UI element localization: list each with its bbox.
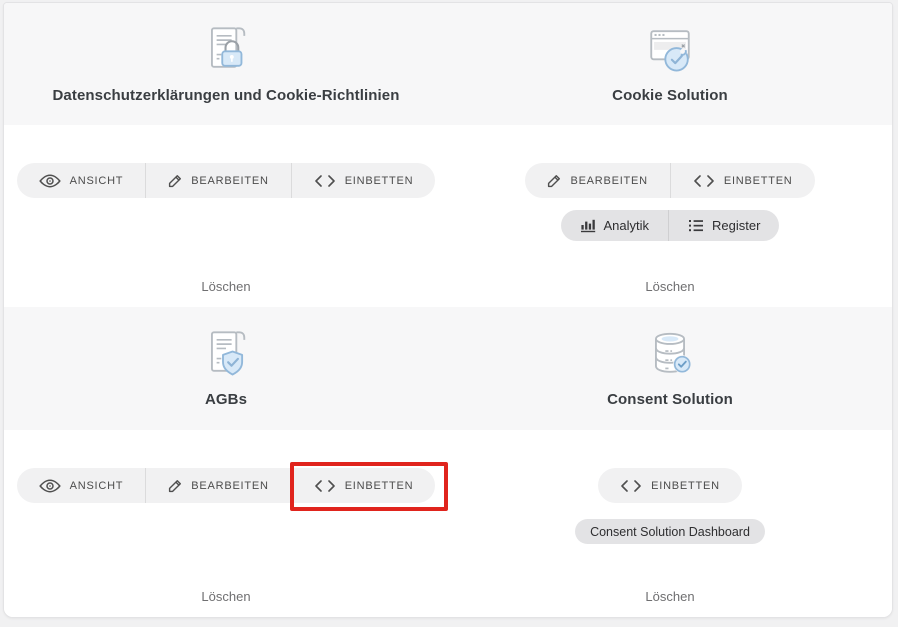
cookie-einbetten-button[interactable]: EINBETTEN	[671, 163, 815, 198]
button-label: EINBETTEN	[724, 175, 793, 187]
header-row-agb-consent: AGBs Consent Solution	[4, 307, 892, 430]
action-row-privacy-cookie: ANSICHT BEARBEITEN EINBETTEN Löschen	[4, 125, 892, 307]
card-agb-header: AGBs	[4, 307, 448, 430]
privacy-ansicht-button[interactable]: ANSICHT	[17, 163, 146, 198]
page-background-strip	[0, 618, 898, 627]
consent-button-group: EINBETTEN	[598, 468, 742, 503]
card-consent-solution-header: Consent Solution	[448, 307, 892, 430]
pencil-icon	[168, 174, 182, 188]
code-icon	[693, 175, 715, 187]
header-row-privacy-cookie: Datenschutzerklärungen und Cookie-Richtl…	[4, 3, 892, 125]
pencil-icon	[168, 479, 182, 493]
cookie-secondary-group: Analytik Register	[561, 210, 780, 241]
cookie-bearbeiten-button[interactable]: BEARBEITEN	[525, 163, 669, 198]
button-label: Analytik	[604, 218, 650, 233]
privacy-card-title: Datenschutzerklärungen und Cookie-Richtl…	[52, 87, 399, 104]
eye-icon	[39, 174, 61, 188]
consent-delete-link[interactable]: Löschen	[645, 589, 694, 604]
button-label: ANSICHT	[70, 480, 124, 492]
card-cookie-solution-header: Cookie Solution	[448, 3, 892, 125]
pencil-icon	[547, 174, 561, 188]
privacy-button-group: ANSICHT BEARBEITEN EINBETTEN	[17, 163, 436, 198]
list-icon	[688, 219, 704, 232]
button-label: EINBETTEN	[651, 480, 720, 492]
consent-solution-actions: EINBETTEN Consent Solution Dashboard Lös…	[448, 430, 892, 617]
cookie-button-group: BEARBEITEN EINBETTEN	[525, 163, 814, 198]
privacy-actions: ANSICHT BEARBEITEN EINBETTEN Löschen	[4, 125, 448, 307]
consent-einbetten-button[interactable]: EINBETTEN	[598, 468, 742, 503]
consent-dashboard-button[interactable]: Consent Solution Dashboard	[575, 519, 765, 544]
agb-delete-link[interactable]: Löschen	[201, 589, 250, 604]
eye-icon	[39, 479, 61, 493]
agb-einbetten-highlight-wrap: EINBETTEN	[292, 468, 436, 503]
button-label: BEARBEITEN	[570, 175, 647, 187]
code-icon	[314, 480, 336, 492]
bar-chart-icon	[580, 218, 596, 233]
analytik-button[interactable]: Analytik	[561, 210, 669, 241]
button-label: BEARBEITEN	[191, 480, 268, 492]
button-label: ANSICHT	[70, 175, 124, 187]
document-shield-icon	[196, 321, 256, 383]
agb-ansicht-button[interactable]: ANSICHT	[17, 468, 146, 503]
button-label: EINBETTEN	[345, 480, 414, 492]
register-button[interactable]: Register	[669, 210, 779, 241]
agb-button-group: ANSICHT BEARBEITEN EINBETTEN	[17, 468, 436, 503]
action-row-agb-consent: ANSICHT BEARBEITEN EINBETTEN Löschen	[4, 430, 892, 617]
database-check-icon	[640, 321, 700, 383]
cookie-solution-actions: BEARBEITEN EINBETTEN Analytik Register	[448, 125, 892, 307]
button-label: EINBETTEN	[345, 175, 414, 187]
card-privacy-header: Datenschutzerklärungen und Cookie-Richtl…	[4, 3, 448, 125]
button-label: Register	[712, 218, 760, 233]
legal-documents-card: Datenschutzerklärungen und Cookie-Richtl…	[3, 2, 893, 618]
agb-actions: ANSICHT BEARBEITEN EINBETTEN Löschen	[4, 430, 448, 617]
cookie-delete-link[interactable]: Löschen	[645, 279, 694, 294]
agb-card-title: AGBs	[205, 391, 247, 408]
agb-einbetten-button[interactable]: EINBETTEN	[292, 468, 436, 503]
button-label: BEARBEITEN	[191, 175, 268, 187]
cookie-solution-card-title: Cookie Solution	[612, 87, 728, 104]
code-icon	[620, 480, 642, 492]
privacy-bearbeiten-button[interactable]: BEARBEITEN	[146, 163, 290, 198]
code-icon	[314, 175, 336, 187]
document-lock-icon	[196, 17, 256, 79]
consent-solution-card-title: Consent Solution	[607, 391, 733, 408]
privacy-delete-link[interactable]: Löschen	[201, 279, 250, 294]
privacy-einbetten-button[interactable]: EINBETTEN	[292, 163, 436, 198]
agb-bearbeiten-button[interactable]: BEARBEITEN	[146, 468, 290, 503]
browser-cookie-icon	[640, 17, 700, 79]
